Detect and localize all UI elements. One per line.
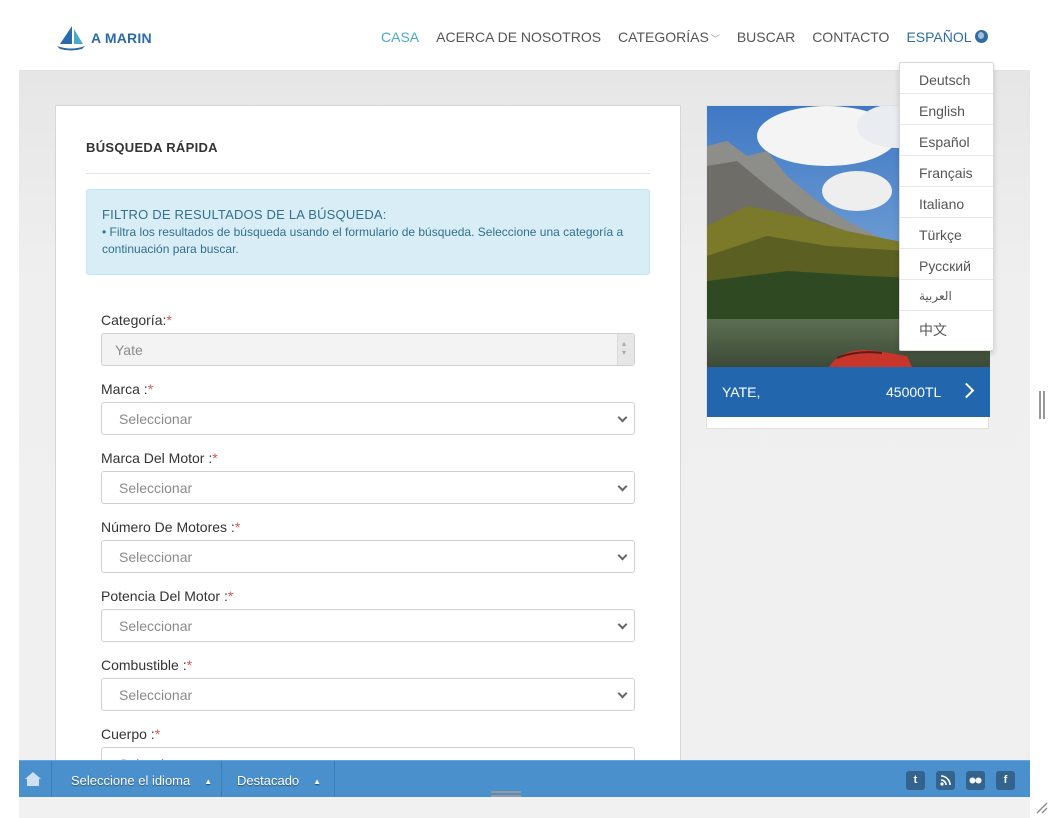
- language-option-tr[interactable]: Türkçe: [900, 218, 993, 249]
- required-mark: *: [186, 657, 193, 673]
- spinner-icon: [617, 334, 634, 365]
- triangle-up-icon: ▲: [204, 777, 213, 786]
- chevron-right-icon[interactable]: [958, 382, 975, 399]
- bottom-strip: [19, 797, 1030, 818]
- nav-language-label: ESPAÑOL: [906, 29, 972, 45]
- language-menu-label: Seleccione el idioma: [71, 773, 191, 788]
- page-frame: A MARIN CASA ACERCA DE NOSOTROS CATEGORÍ…: [19, 11, 1030, 818]
- field-label: Marca Del Motor :*: [101, 450, 218, 466]
- engine-count-select[interactable]: Seleccionar: [101, 540, 635, 573]
- listing-category: YATE,: [722, 384, 761, 400]
- language-option-it[interactable]: Italiano: [900, 187, 993, 218]
- rss-icon[interactable]: [936, 771, 955, 790]
- globe-icon: [974, 30, 988, 43]
- quick-search-title: BÚSQUEDA RÁPIDA: [86, 140, 218, 155]
- language-dropdown: Deutsch English Español Français Italian…: [899, 62, 994, 351]
- fuel-select[interactable]: Seleccionar: [101, 678, 635, 711]
- nav-home[interactable]: CASA: [381, 29, 419, 45]
- chevron-down-icon: [617, 550, 628, 561]
- site-logo[interactable]: A MARIN: [55, 24, 152, 52]
- featured-menu-button[interactable]: Destacado ▲: [222, 761, 335, 797]
- featured-menu-label: Destacado: [237, 773, 300, 788]
- nav-categories[interactable]: CATEGORÍAS ﹀: [618, 29, 720, 45]
- language-option-fr[interactable]: Français: [900, 156, 993, 187]
- nav-categories-label: CATEGORÍAS: [618, 29, 709, 45]
- select-value: Seleccionar: [119, 411, 193, 427]
- field-engine-brand: Marca Del Motor :* Seleccionar: [101, 450, 635, 504]
- required-mark: *: [166, 312, 172, 328]
- field-label: Cuerpo :*: [101, 726, 161, 742]
- nav-about[interactable]: ACERCA DE NOSOTROS: [436, 29, 601, 45]
- language-option-ru[interactable]: Русский: [900, 249, 993, 280]
- language-option-zh[interactable]: 中文: [900, 311, 993, 342]
- field-label: Número De Motores :*: [101, 519, 241, 535]
- chevron-down-icon: [617, 688, 628, 699]
- home-button[interactable]: [19, 761, 52, 797]
- nav-search[interactable]: BUSCAR: [737, 29, 795, 45]
- listing-price-bar[interactable]: YATE, 45000TL: [707, 367, 990, 417]
- divider: [86, 173, 650, 174]
- listing-price: 45000TL: [886, 384, 942, 400]
- rss-glyph: [940, 775, 951, 786]
- field-brand: Marca :* Seleccionar: [101, 381, 635, 435]
- required-mark: *: [154, 726, 161, 742]
- language-option-ar[interactable]: العربية: [900, 280, 993, 311]
- required-mark: *: [212, 450, 218, 466]
- language-option-en[interactable]: English: [900, 94, 993, 125]
- flickr-glyph: [969, 777, 982, 784]
- engine-power-select[interactable]: Seleccionar: [101, 609, 635, 642]
- sailboat-logo-icon: [57, 26, 85, 51]
- select-value: Yate: [115, 342, 143, 358]
- flickr-icon[interactable]: [966, 771, 985, 790]
- chevron-down-icon: ﹀: [710, 34, 720, 44]
- home-icon: [25, 772, 41, 786]
- chevron-down-icon: [617, 412, 628, 423]
- main-nav: CASA ACERCA DE NOSOTROS CATEGORÍAS ﹀ BUSC…: [381, 29, 988, 45]
- quick-search-card: BÚSQUEDA RÁPIDA FILTRO DE RESULTADOS DE …: [55, 105, 681, 780]
- chevron-down-icon: [617, 619, 628, 630]
- facebook-icon[interactable]: f: [996, 771, 1015, 790]
- required-mark: *: [147, 381, 154, 397]
- select-value: Seleccionar: [119, 480, 193, 496]
- info-alert: FILTRO DE RESULTADOS DE LA BÚSQUEDA: • F…: [86, 189, 650, 275]
- nav-language[interactable]: ESPAÑOL: [906, 29, 988, 45]
- language-menu-button[interactable]: Seleccione el idioma ▲: [53, 761, 222, 797]
- required-mark: *: [234, 519, 241, 535]
- field-engine-power: Potencia Del Motor :* Seleccionar: [101, 588, 635, 642]
- language-option-de[interactable]: Deutsch: [900, 63, 993, 94]
- twitter-icon[interactable]: t: [906, 771, 925, 790]
- language-option-es[interactable]: Español: [900, 125, 993, 156]
- field-label: Categoría:*: [101, 312, 172, 328]
- field-label: Marca :*: [101, 381, 154, 397]
- select-value: Seleccionar: [119, 549, 193, 565]
- required-mark: *: [227, 588, 234, 604]
- brand-select[interactable]: Seleccionar: [101, 402, 635, 435]
- logo-text: A MARIN: [91, 30, 152, 46]
- select-value: Seleccionar: [119, 618, 193, 634]
- select-value: Seleccionar: [119, 687, 193, 703]
- chevron-down-icon: [617, 481, 628, 492]
- engine-brand-select[interactable]: Seleccionar: [101, 471, 635, 504]
- field-fuel: Combustible :* Seleccionar: [101, 657, 635, 711]
- category-select[interactable]: Yate: [101, 333, 635, 366]
- field-category: Categoría:* Yate: [101, 312, 635, 366]
- bottom-resize-handle[interactable]: [491, 791, 521, 797]
- site-header: A MARIN CASA ACERCA DE NOSOTROS CATEGORÍ…: [19, 11, 1030, 71]
- field-label: Combustible :*: [101, 657, 193, 673]
- resize-corner-icon[interactable]: [1036, 802, 1048, 814]
- field-engine-count: Número De Motores :* Seleccionar: [101, 519, 635, 573]
- triangle-up-icon: ▲: [313, 777, 322, 786]
- bottom-toolbar: Seleccione el idioma ▲ Destacado ▲ t f: [19, 760, 1030, 797]
- alert-body: • Filtra los resultados de búsqueda usan…: [102, 225, 624, 256]
- alert-title: FILTRO DE RESULTADOS DE LA BÚSQUEDA:: [102, 207, 387, 222]
- field-label: Potencia Del Motor :*: [101, 588, 234, 604]
- nav-contact[interactable]: CONTACTO: [812, 29, 889, 45]
- right-resize-handle[interactable]: [1039, 391, 1045, 419]
